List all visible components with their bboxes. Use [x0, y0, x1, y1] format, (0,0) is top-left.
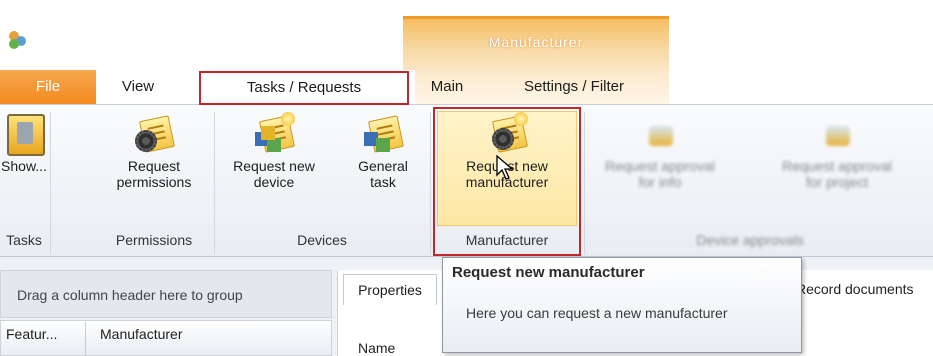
- name-field-label: Name: [358, 340, 396, 356]
- show-tasks-button[interactable]: Show...: [0, 112, 48, 174]
- request-permissions-label-line1: Request: [127, 158, 181, 174]
- tooltip-title: Request new manufacturer: [452, 264, 645, 281]
- group-by-panel[interactable]: Drag a column header here to group: [0, 270, 332, 318]
- group-separator: [214, 112, 215, 254]
- manufacturer-request-icon: [486, 112, 528, 154]
- device-approval-2-label-line1: Request approval: [782, 158, 892, 174]
- group-label-devices: Devices: [297, 232, 347, 248]
- device-approval-button-1[interactable]: Request approval for info: [590, 112, 730, 190]
- group-label-manufacturer: Manufacturer: [465, 232, 549, 248]
- group-separator: [430, 112, 431, 254]
- tab-record-documents[interactable]: Record documents: [796, 274, 933, 304]
- general-task-label-line1: General: [358, 158, 408, 174]
- column-divider[interactable]: [85, 322, 86, 356]
- general-task-icon: [362, 112, 404, 154]
- tab-view[interactable]: View: [103, 70, 173, 104]
- tab-main[interactable]: Main: [415, 70, 479, 104]
- column-header-manufacturer[interactable]: Manufacturer: [100, 326, 182, 342]
- tooltip-body: Here you can request a new manufacturer: [466, 305, 728, 321]
- tab-tasks-requests[interactable]: Tasks / Requests: [199, 71, 409, 105]
- tab-file[interactable]: File: [0, 70, 96, 104]
- device-request-icon: [253, 112, 295, 154]
- permissions-request-icon: [133, 112, 175, 154]
- column-header-feature[interactable]: Featur...: [6, 326, 57, 342]
- group-label-permissions: Permissions: [115, 232, 193, 248]
- device-approval-2-label-line2: for project: [805, 174, 869, 190]
- contextual-tab-header: Manufacturer: [403, 16, 669, 73]
- request-permissions-button[interactable]: Request permissions: [98, 112, 210, 190]
- app-logo-icon: [9, 31, 26, 49]
- device-approval-button-2[interactable]: Request approval for project: [752, 112, 922, 190]
- approval-icon: [816, 112, 858, 154]
- tasks-icon: [3, 112, 45, 156]
- device-approval-1-label-line2: for info: [638, 174, 682, 190]
- general-task-button[interactable]: General task: [341, 112, 425, 190]
- group-label-device-approvals: Device approvals: [696, 232, 804, 248]
- approval-icon: [639, 112, 681, 154]
- general-task-label-line2: task: [370, 174, 396, 190]
- request-new-device-label-line2: device: [253, 174, 295, 190]
- tab-settings-filter[interactable]: Settings / Filter: [479, 70, 669, 104]
- group-separator: [584, 112, 585, 254]
- tab-properties[interactable]: Properties: [343, 274, 437, 305]
- group-label-tasks: Tasks: [6, 232, 42, 248]
- device-approval-1-label-line1: Request approval: [605, 158, 715, 174]
- request-new-device-label-line1: Request new: [233, 158, 315, 174]
- show-tasks-label: Show...: [1, 158, 47, 174]
- group-separator: [50, 112, 51, 254]
- request-permissions-label-line2: permissions: [116, 174, 192, 190]
- request-new-device-button[interactable]: Request new device: [219, 112, 329, 190]
- mouse-cursor-icon: [496, 155, 514, 180]
